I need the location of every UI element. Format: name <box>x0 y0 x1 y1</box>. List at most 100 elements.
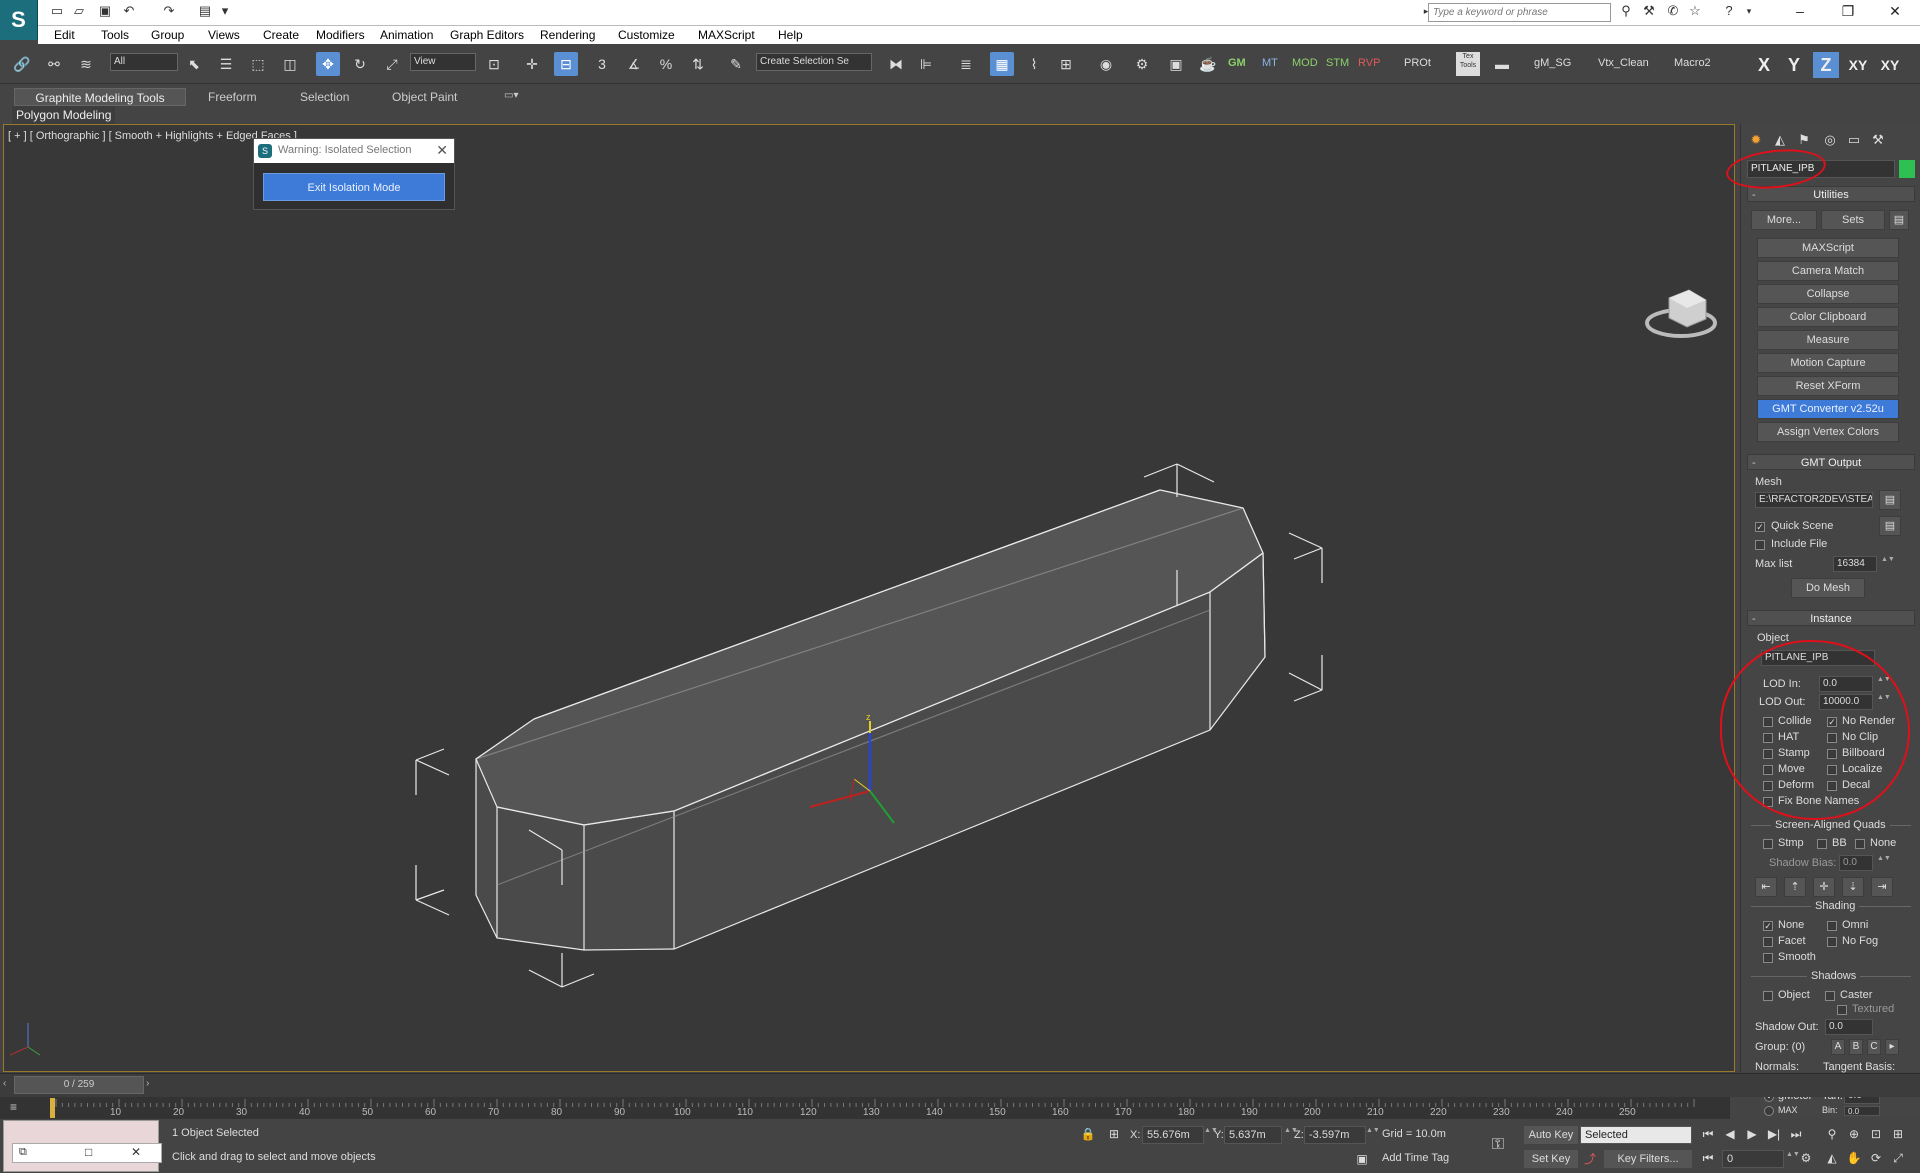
do-mesh-button[interactable]: Do Mesh <box>1791 578 1865 598</box>
align-right-icon[interactable]: ⇥ <box>1871 877 1893 897</box>
zoom-icon[interactable]: ⚲ <box>1822 1124 1842 1144</box>
maximize-viewport-icon[interactable]: ⤢ <box>1888 1148 1908 1168</box>
collapse-button[interactable]: Collapse <box>1757 284 1899 304</box>
menu-maxscript[interactable]: MAXScript <box>698 28 755 42</box>
next-frame-icon[interactable]: › <box>146 1078 149 1089</box>
key-icon[interactable]: ⚿ <box>1488 1135 1508 1155</box>
select-by-name-icon[interactable]: ☰ <box>214 52 238 76</box>
x-spinner[interactable]: ▲▼ <box>1204 1127 1218 1143</box>
align-bottom-icon[interactable]: ⇣ <box>1842 877 1864 897</box>
select-rotate-icon[interactable]: ↻ <box>348 52 372 76</box>
search-input[interactable]: Type a keyword or phrase <box>1428 3 1611 22</box>
gmt-converter-button[interactable]: GMT Converter v2.52u <box>1757 399 1899 419</box>
select-move-icon[interactable]: ✥ <box>316 52 340 76</box>
script-toolbar-icon[interactable]: ▬ <box>1490 52 1514 76</box>
menu-rendering[interactable]: Rendering <box>540 28 595 42</box>
graphite-toggle-icon[interactable]: ▦ <box>990 52 1014 76</box>
play-icon[interactable]: ▶ <box>1742 1124 1762 1144</box>
qat-dropdown-icon[interactable]: ▾ <box>216 2 234 20</box>
browse-scene-icon[interactable]: ▤ <box>1879 516 1901 536</box>
zoom-extents-all-icon[interactable]: ⊞ <box>1888 1124 1908 1144</box>
shadow-bias-field[interactable]: 0.0 <box>1839 855 1873 871</box>
menu-help[interactable]: Help <box>778 28 803 42</box>
align-top-icon[interactable]: ⇡ <box>1784 877 1806 897</box>
track-bar-menu-icon[interactable]: ≡ <box>10 1100 17 1114</box>
shadow-out-field[interactable]: 0.0 <box>1825 1019 1873 1035</box>
hierarchy-tab-icon[interactable]: ⚑ <box>1793 130 1815 150</box>
menu-group[interactable]: Group <box>151 28 184 42</box>
quick-scene-checkbox[interactable]: ✓ <box>1755 522 1765 532</box>
utilities-tab-icon[interactable]: ⚒ <box>1867 130 1889 150</box>
align-left-icon[interactable]: ⇤ <box>1755 877 1777 897</box>
menu-modifiers[interactable]: Modifiers <box>316 28 365 42</box>
configure-sets-icon[interactable]: ▤ <box>1889 210 1909 230</box>
menu-views[interactable]: Views <box>208 28 240 42</box>
set-key-button[interactable]: Set Key <box>1524 1150 1578 1168</box>
next-frame-icon[interactable]: ▶| <box>1764 1124 1784 1144</box>
saq-bb-checkbox[interactable] <box>1817 839 1827 849</box>
assign-vertex-colors-button[interactable]: Assign Vertex Colors <box>1757 422 1899 442</box>
restore-icon[interactable]: ❐ <box>1833 3 1863 23</box>
z-spinner[interactable]: ▲▼ <box>1366 1127 1380 1143</box>
modify-tab-icon[interactable]: ◭ <box>1769 130 1791 150</box>
lock-icon[interactable]: 🔒 <box>1078 1124 1098 1144</box>
max-radio[interactable] <box>1764 1106 1774 1116</box>
gm-sg-script-button[interactable]: gM_SG <box>1534 57 1571 69</box>
axis-z-button[interactable]: Z <box>1813 52 1839 78</box>
tab-selection[interactable]: Selection <box>290 88 359 106</box>
percent-snap-icon[interactable]: % <box>654 52 678 76</box>
ribbon-subtab-polygon-modeling[interactable]: Polygon Modeling <box>12 106 116 124</box>
group-b-button[interactable]: B <box>1849 1039 1863 1055</box>
auto-key-button[interactable]: Auto Key <box>1524 1126 1578 1144</box>
open-file-icon[interactable]: ▱ <box>70 2 88 20</box>
prot-script-button[interactable]: PROt <box>1404 57 1431 69</box>
gm-script-button[interactable]: GM <box>1228 57 1246 69</box>
maxscript-listener[interactable]: ⧉ □ ✕ <box>3 1120 162 1172</box>
key-filters-button[interactable]: Key Filters... <box>1604 1150 1692 1168</box>
orbit-icon[interactable]: ⟳ <box>1866 1148 1886 1168</box>
axis-y-button[interactable]: Y <box>1781 52 1807 78</box>
close-window-icon[interactable]: ✕ <box>1880 3 1910 23</box>
tab-object-paint[interactable]: Object Paint <box>382 88 467 106</box>
selection-filter-select[interactable]: All <box>110 53 178 71</box>
create-tab-icon[interactable]: ✹ <box>1745 130 1767 150</box>
prev-frame-icon[interactable]: ‹ <box>3 1078 6 1089</box>
layer-manager-icon[interactable]: ≣ <box>954 52 978 76</box>
select-scale-icon[interactable]: ⤢ <box>380 52 404 76</box>
help-icon[interactable]: ? <box>1720 2 1738 20</box>
timeline[interactable]: ‹ 0 / 259 › <box>0 1073 1920 1097</box>
snaps-toggle-icon[interactable]: 3 <box>590 52 614 76</box>
redo-icon[interactable]: ↷ <box>160 2 178 20</box>
shadow-object-checkbox[interactable] <box>1763 991 1773 1001</box>
zoom-extents-icon[interactable]: ⊡ <box>1866 1124 1886 1144</box>
mod-script-button[interactable]: MOD <box>1292 57 1318 69</box>
pivot-center-icon[interactable]: ⊡ <box>482 52 506 76</box>
motion-tab-icon[interactable]: ◎ <box>1819 130 1841 150</box>
vtx-clean-script-button[interactable]: Vtx_Clean <box>1598 57 1649 69</box>
mt-script-button[interactable]: MT <box>1262 57 1278 69</box>
mirror-icon[interactable]: ⧓ <box>884 52 908 76</box>
saq-stmp-checkbox[interactable] <box>1763 839 1773 849</box>
previous-frame-icon[interactable]: ◀ <box>1720 1124 1740 1144</box>
time-tag-icon[interactable]: ▣ <box>1352 1149 1372 1169</box>
tab-graphite-modeling-tools[interactable]: Graphite Modeling Tools <box>14 88 186 106</box>
spinner-snap-icon[interactable]: ⇅ <box>686 52 710 76</box>
close-icon[interactable]: ✕ <box>436 142 448 159</box>
textools-button[interactable]: Tex Tools <box>1456 52 1480 76</box>
project-icon[interactable]: ▤ <box>196 2 214 20</box>
tab-freeform[interactable]: Freeform <box>198 88 267 106</box>
bind-space-warp-icon[interactable]: ≋ <box>74 52 98 76</box>
rect-selection-icon[interactable]: ⬚ <box>246 52 270 76</box>
absolute-mode-icon[interactable]: ⊞ <box>1104 1124 1124 1144</box>
named-selection-set-select[interactable]: Create Selection Se <box>756 53 872 71</box>
menu-animation[interactable]: Animation <box>380 28 433 42</box>
measure-button[interactable]: Measure <box>1757 330 1899 350</box>
maximize-icon[interactable]: □ <box>85 1145 92 1159</box>
close-listener-icon[interactable]: ✕ <box>131 1145 141 1159</box>
window-crossing-icon[interactable]: ◫ <box>278 52 302 76</box>
axis-xy-cycle-button[interactable]: XY <box>1877 52 1903 78</box>
axis-x-button[interactable]: X <box>1751 52 1777 78</box>
unlink-icon[interactable]: ⚯ <box>42 52 66 76</box>
communication-icon[interactable]: ✆ <box>1664 2 1682 20</box>
go-to-end-icon[interactable]: ⏭ <box>1786 1124 1806 1144</box>
